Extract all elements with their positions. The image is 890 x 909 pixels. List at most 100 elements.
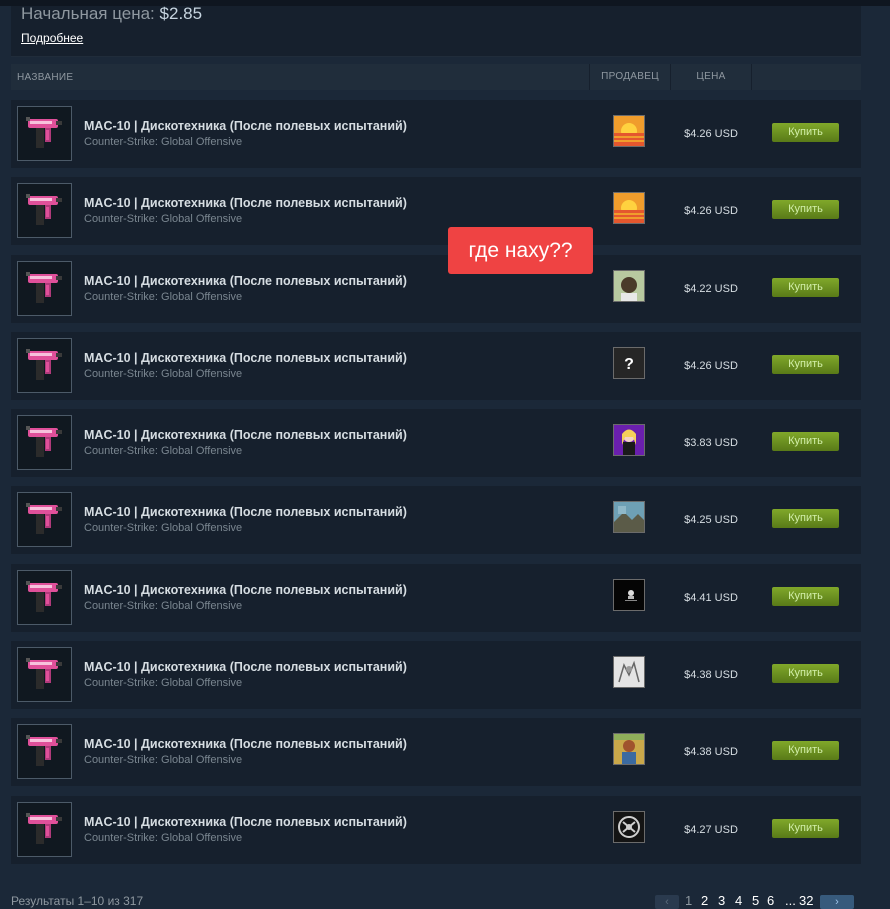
table-row[interactable]: MAC-10 | Дискотехника (После полевых исп… xyxy=(11,331,861,400)
item-price: $4.25 USD xyxy=(684,514,738,527)
item-price: $4.41 USD xyxy=(684,591,738,604)
face-avatar xyxy=(614,270,644,301)
item-thumbnail[interactable] xyxy=(17,183,72,239)
item-thumbnail[interactable] xyxy=(17,724,72,780)
buy-button[interactable]: Купить xyxy=(772,509,839,529)
header-seller[interactable]: ПРОДАВЕЦ xyxy=(589,64,670,90)
seller-avatar[interactable] xyxy=(613,424,645,457)
buy-button[interactable]: Купить xyxy=(772,741,839,761)
seller-avatar[interactable] xyxy=(613,501,645,534)
item-thumbnail[interactable] xyxy=(17,801,72,857)
seller-avatar[interactable] xyxy=(613,656,645,689)
anime-avatar xyxy=(614,425,644,456)
buy-button[interactable]: Купить xyxy=(772,200,839,220)
seller-avatar[interactable] xyxy=(613,810,645,843)
buy-button[interactable]: Купить xyxy=(772,818,839,838)
results-count: Результаты 1–10 из 317 xyxy=(11,894,144,908)
overlay-annotation: где наху?? xyxy=(448,227,593,274)
seller-avatar[interactable] xyxy=(613,578,645,611)
svg-text:?: ? xyxy=(624,356,634,373)
seller-avatar[interactable] xyxy=(613,192,645,225)
item-name[interactable]: MAC-10 | Дискотехника (После полевых исп… xyxy=(84,505,407,519)
item-game: Counter-Strike: Global Offensive xyxy=(84,445,243,458)
table-row[interactable]: MAC-10 | Дискотехника (После полевых исп… xyxy=(11,563,861,632)
item-thumbnail[interactable] xyxy=(17,569,72,625)
table-row[interactable]: MAC-10 | Дискотехника (После полевых исп… xyxy=(11,718,861,787)
item-game: Counter-Strike: Global Offensive xyxy=(84,136,243,148)
page-link-1[interactable]: 1 xyxy=(685,893,692,908)
item-game: Counter-Strike: Global Offensive xyxy=(84,367,243,380)
item-thumbnail[interactable] xyxy=(17,647,72,703)
item-price: $3.83 USD xyxy=(684,437,738,450)
start-price-value: $2.85 xyxy=(159,4,203,23)
item-price: $4.27 USD xyxy=(684,823,738,836)
dark-avatar xyxy=(614,579,644,610)
item-price: $4.38 USD xyxy=(684,669,738,682)
question-avatar: ? xyxy=(614,347,644,378)
item-name[interactable]: MAC-10 | Дискотехника (После полевых исп… xyxy=(84,583,407,597)
buy-button[interactable]: Купить xyxy=(772,432,839,452)
sunset-avatar xyxy=(614,193,644,224)
table-row[interactable]: MAC-10 | Дискотехника (После полевых исп… xyxy=(11,177,861,246)
page-link-5[interactable]: 5 xyxy=(752,893,759,908)
page-link-2[interactable]: 2 xyxy=(701,893,708,908)
item-game: Counter-Strike: Global Offensive xyxy=(84,754,243,767)
item-price: $4.38 USD xyxy=(684,746,738,759)
page-link-3[interactable]: 3 xyxy=(718,893,725,908)
seller-avatar[interactable] xyxy=(613,269,645,302)
landscape-avatar xyxy=(614,502,644,533)
table-row[interactable]: MAC-10 | Дискотехника (После полевых исп… xyxy=(11,486,861,555)
item-price: $4.22 USD xyxy=(684,282,738,295)
item-thumbnail[interactable] xyxy=(17,106,72,161)
buy-button[interactable]: Купить xyxy=(772,354,839,374)
item-name[interactable]: MAC-10 | Дискотехника (После полевых исп… xyxy=(84,119,407,133)
item-thumbnail[interactable] xyxy=(17,337,72,393)
emblem-avatar xyxy=(614,811,644,842)
item-name[interactable]: MAC-10 | Дискотехника (После полевых исп… xyxy=(84,196,407,210)
item-game: Counter-Strike: Global Offensive xyxy=(84,677,243,690)
item-thumbnail[interactable] xyxy=(17,492,72,548)
buy-button[interactable]: Купить xyxy=(772,586,839,606)
item-game: Counter-Strike: Global Offensive xyxy=(84,522,243,535)
item-name[interactable]: MAC-10 | Дискотехника (После полевых исп… xyxy=(84,660,407,674)
item-thumbnail[interactable] xyxy=(17,415,72,471)
start-price-label: Начальная цена: xyxy=(21,4,155,23)
table-row[interactable]: MAC-10 | Дискотехника (После полевых исп… xyxy=(11,409,861,478)
table-row[interactable]: MAC-10 | Дискотехника (После полевых исп… xyxy=(11,641,861,710)
buy-button[interactable]: Купить xyxy=(772,123,839,142)
page-link-6[interactable]: 6 xyxy=(767,893,774,908)
header-name[interactable]: НАЗВАНИЕ xyxy=(17,72,73,83)
table-header: НАЗВАНИЕ ПРОДАВЕЦ ЦЕНА xyxy=(11,64,861,90)
item-price: $4.26 USD xyxy=(684,128,738,140)
page-link-4[interactable]: 4 xyxy=(735,893,742,908)
item-name[interactable]: MAC-10 | Дискотехника (После полевых исп… xyxy=(84,351,407,365)
header-price[interactable]: ЦЕНА xyxy=(670,64,752,90)
table-row[interactable]: MAC-10 | Дискотехника (После полевых исп… xyxy=(11,254,861,323)
item-game: Counter-Strike: Global Offensive xyxy=(84,290,243,303)
more-details-link[interactable]: Подробнее xyxy=(21,31,83,45)
item-game: Counter-Strike: Global Offensive xyxy=(84,599,243,612)
item-game: Counter-Strike: Global Offensive xyxy=(84,831,243,844)
item-name[interactable]: MAC-10 | Дискотехника (После полевых исп… xyxy=(84,815,407,829)
start-price: Начальная цена: $2.85 xyxy=(21,4,202,24)
table-row[interactable]: MAC-10 | Дискотехника (После полевых исп… xyxy=(11,795,861,864)
item-price: $4.26 USD xyxy=(684,359,738,372)
item-name[interactable]: MAC-10 | Дискотехника (После полевых исп… xyxy=(84,737,407,751)
seller-avatar[interactable] xyxy=(613,733,645,766)
listing-rows: MAC-10 | Дискотехника (После полевых исп… xyxy=(11,100,861,873)
item-game: Counter-Strike: Global Offensive xyxy=(84,213,243,226)
buy-button[interactable]: Купить xyxy=(772,277,839,297)
item-name[interactable]: MAC-10 | Дискотехника (После полевых исп… xyxy=(84,428,407,442)
sunset-avatar xyxy=(614,116,644,146)
seller-avatar[interactable]: ? xyxy=(613,346,645,379)
pagination-ellipsis: ... xyxy=(785,893,796,908)
photo-avatar xyxy=(614,734,644,765)
page-link-32[interactable]: 32 xyxy=(799,893,813,908)
table-row[interactable]: MAC-10 | Дискотехника (После полевых исп… xyxy=(11,100,861,168)
item-price: $4.26 USD xyxy=(684,205,738,218)
buy-button[interactable]: Купить xyxy=(772,664,839,684)
item-thumbnail[interactable] xyxy=(17,260,72,316)
item-name[interactable]: MAC-10 | Дискотехника (После полевых исп… xyxy=(84,274,407,288)
seller-avatar[interactable] xyxy=(613,115,645,147)
sketch-avatar xyxy=(614,657,644,688)
